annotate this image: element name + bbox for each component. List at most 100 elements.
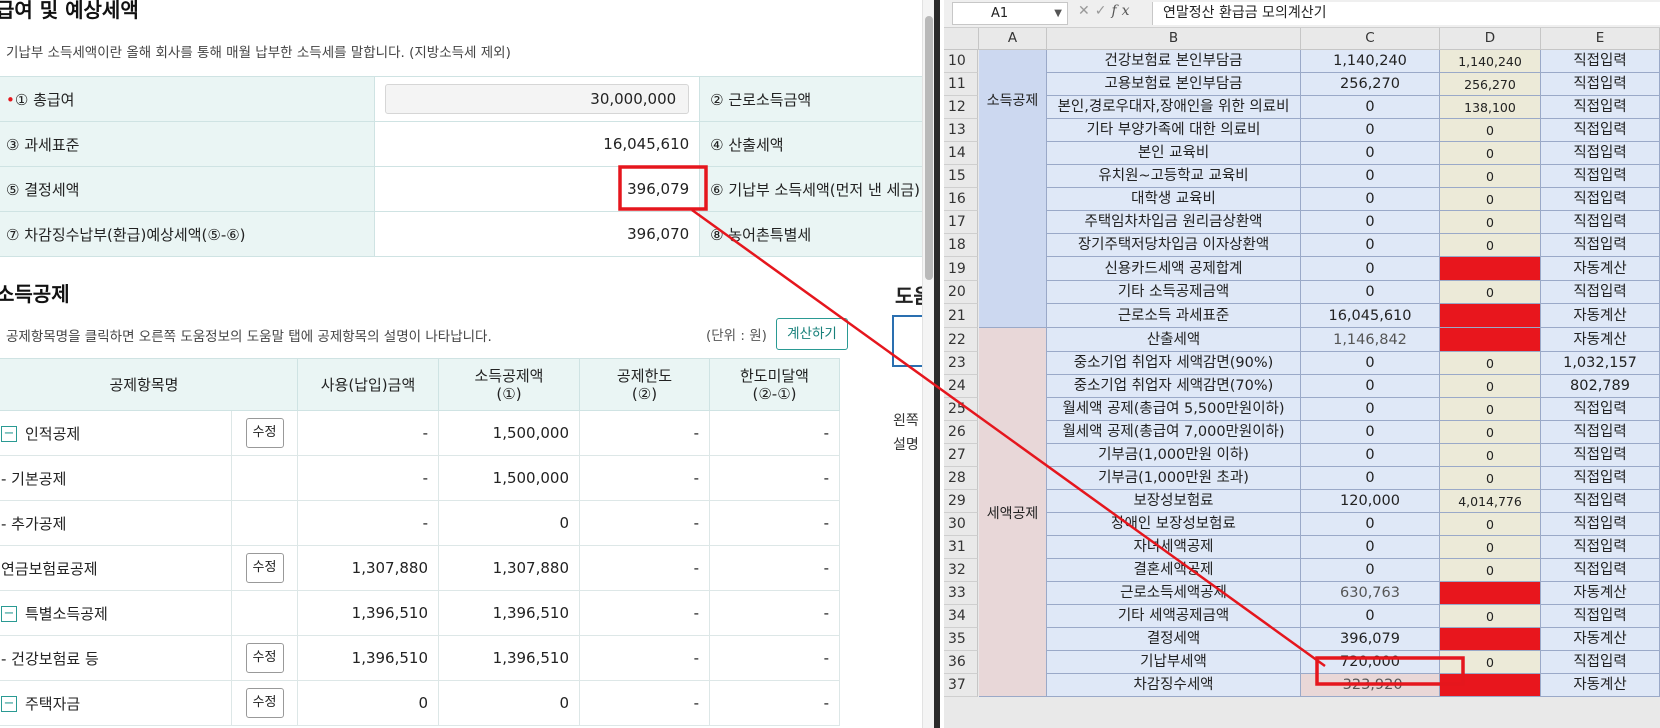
group-cell-tax-credit[interactable]: 세액공제 — [979, 328, 1047, 697]
cell-limit[interactable]: 256,270 — [1440, 73, 1541, 96]
cell-limit[interactable]: 0 — [1440, 536, 1541, 559]
cell-item-name[interactable]: 결정세액 — [1047, 628, 1301, 651]
column-header-d[interactable]: D — [1440, 28, 1541, 50]
cell-input-type[interactable]: 직접입력 — [1541, 398, 1660, 421]
cell-limit[interactable]: 0 — [1440, 444, 1541, 467]
cell-amount[interactable]: 0 — [1301, 142, 1440, 165]
cell-input-type[interactable]: 자동계산 — [1541, 257, 1660, 281]
row-header[interactable]: 20 — [944, 281, 978, 304]
cell-amount[interactable]: 630,763 — [1301, 582, 1440, 605]
cell-item-name[interactable]: 본인,경로우대자,장애인을 위한 의료비 — [1047, 96, 1301, 119]
chevron-down-icon[interactable]: ▼ — [1054, 3, 1062, 24]
cell-input-type[interactable]: 직접입력 — [1541, 281, 1660, 304]
cell-input-type[interactable]: 직접입력 — [1541, 559, 1660, 582]
deduction-item-label[interactable]: - 기본공제 — [1, 470, 66, 488]
cell-amount[interactable]: 120,000 — [1301, 490, 1440, 513]
cell-item-name[interactable]: 결혼세액공제 — [1047, 559, 1301, 582]
deduction-item-name[interactable]: - 건강보험료 등 — [0, 635, 232, 681]
cell-item-name[interactable]: 기부금(1,000만원 이하) — [1047, 444, 1301, 467]
cell-input-type[interactable]: 자동계산 — [1541, 674, 1660, 697]
cell-amount[interactable]: 0 — [1301, 188, 1440, 211]
cell-limit[interactable]: 0 — [1440, 651, 1541, 674]
deduction-item-name[interactable]: − 주택자금 — [0, 680, 232, 726]
cell-amount[interactable]: 0 — [1301, 398, 1440, 421]
cell-amount[interactable]: 0 — [1301, 467, 1440, 490]
cell-input-type[interactable]: 직접입력 — [1541, 234, 1660, 257]
row-header[interactable]: 19 — [944, 257, 978, 281]
row-header[interactable]: 21 — [944, 304, 978, 328]
cell-item-name[interactable]: 대학생 교육비 — [1047, 188, 1301, 211]
cell-item-name[interactable]: 장기주택저당차입금 이자상환액 — [1047, 234, 1301, 257]
scrollbar-thumb[interactable] — [925, 16, 933, 280]
cell-input-type[interactable]: 직접입력 — [1541, 490, 1660, 513]
row-header[interactable]: 37 — [944, 674, 978, 697]
cell-amount[interactable]: 256,270 — [1301, 73, 1440, 96]
cell-input-type[interactable]: 직접입력 — [1541, 605, 1660, 628]
cell-input-type[interactable]: 직접입력 — [1541, 96, 1660, 119]
cell-input-type[interactable]: 자동계산 — [1541, 304, 1660, 328]
cell-item-name[interactable]: 기납부세액 — [1047, 651, 1301, 674]
cancel-icon[interactable]: ✕ — [1078, 3, 1095, 19]
row-header[interactable]: 27 — [944, 444, 978, 467]
row-header[interactable]: 16 — [944, 188, 978, 211]
cell-item-name[interactable]: 본인 교육비 — [1047, 142, 1301, 165]
cell-item-name[interactable]: 중소기업 취업자 세액감면(90%) — [1047, 352, 1301, 375]
deduction-item-name[interactable]: − 특별소득공제 — [0, 590, 232, 636]
column-header-e[interactable]: E — [1541, 28, 1660, 50]
cell-input-type[interactable]: 802,789 — [1541, 375, 1660, 398]
cell-limit[interactable]: 0 — [1440, 467, 1541, 490]
row-header[interactable]: 17 — [944, 211, 978, 234]
row-header[interactable]: 28 — [944, 467, 978, 490]
row-header[interactable]: 11 — [944, 73, 978, 96]
cell-input-type[interactable]: 직접입력 — [1541, 165, 1660, 188]
cell-item-name[interactable]: 기타 세액공제금액 — [1047, 605, 1301, 628]
cell-limit[interactable]: 0 — [1440, 281, 1541, 304]
deduction-item-name[interactable]: − 인적공제 — [0, 410, 232, 456]
cell-limit[interactable]: 0 — [1440, 398, 1541, 421]
cell-input-type[interactable]: 직접입력 — [1541, 444, 1660, 467]
cell-item-name[interactable]: 주택임차차입금 원리금상환액 — [1047, 211, 1301, 234]
cell-limit[interactable]: 1,140,240 — [1440, 50, 1541, 73]
deduction-item-label[interactable]: 주택자금 — [25, 695, 80, 713]
row-header[interactable]: 32 — [944, 559, 978, 582]
row-header[interactable]: 36 — [944, 651, 978, 674]
cell-item-name[interactable]: 근로소득 과세표준 — [1047, 304, 1301, 328]
calculate-button[interactable]: 계산하기 — [776, 318, 848, 350]
cell-amount[interactable]: 1,140,240 — [1301, 50, 1440, 73]
row-header[interactable]: 25 — [944, 398, 978, 421]
row-header[interactable]: 30 — [944, 513, 978, 536]
cell-limit[interactable]: 4,014,776 — [1440, 490, 1541, 513]
cell-amount[interactable]: 0 — [1301, 165, 1440, 188]
name-box[interactable]: A1 ▼ — [952, 2, 1068, 25]
cell-limit[interactable]: 0 — [1440, 188, 1541, 211]
row-header[interactable]: 15 — [944, 165, 978, 188]
collapse-icon[interactable]: − — [1, 696, 17, 712]
cell-input-type[interactable]: 직접입력 — [1541, 119, 1660, 142]
row-header[interactable]: 13 — [944, 119, 978, 142]
cell-limit[interactable]: 0 — [1440, 605, 1541, 628]
cell-amount[interactable]: 0 — [1301, 536, 1440, 559]
row-header[interactable]: 10 — [944, 50, 978, 73]
cell-input-type[interactable]: 자동계산 — [1541, 582, 1660, 605]
formula-input[interactable]: 연말정산 환급금 모의계산기 — [1152, 2, 1660, 25]
row-header[interactable]: 31 — [944, 536, 978, 559]
deduction-item-label[interactable]: 인적공제 — [25, 425, 80, 443]
row-header[interactable]: 18 — [944, 234, 978, 257]
cell-amount[interactable]: 16,045,610 — [1301, 304, 1440, 328]
cell-amount[interactable]: 0 — [1301, 559, 1440, 582]
cell-item-name[interactable]: 기타 소득공제금액 — [1047, 281, 1301, 304]
select-all-corner[interactable] — [944, 28, 979, 50]
cell-item-name[interactable]: 산출세액 — [1047, 328, 1301, 352]
cell-amount[interactable]: 396,079 — [1301, 628, 1440, 651]
cell-input-type[interactable]: 직접입력 — [1541, 421, 1660, 444]
row-header[interactable]: 14 — [944, 142, 978, 165]
cell-item-name[interactable]: 자녀세액공제 — [1047, 536, 1301, 559]
cell-limit[interactable]: 0 — [1440, 234, 1541, 257]
deduction-item-label[interactable]: - 건강보험료 등 — [1, 650, 99, 668]
cell-item-name[interactable]: 건강보험료 본인부담금 — [1047, 50, 1301, 73]
cell-limit[interactable] — [1440, 582, 1541, 605]
cell-amount[interactable]: 0 — [1301, 119, 1440, 142]
cell-limit[interactable]: 0 — [1440, 513, 1541, 536]
deduction-item-label[interactable]: 특별소득공제 — [25, 605, 108, 623]
row-header[interactable]: 33 — [944, 582, 978, 605]
